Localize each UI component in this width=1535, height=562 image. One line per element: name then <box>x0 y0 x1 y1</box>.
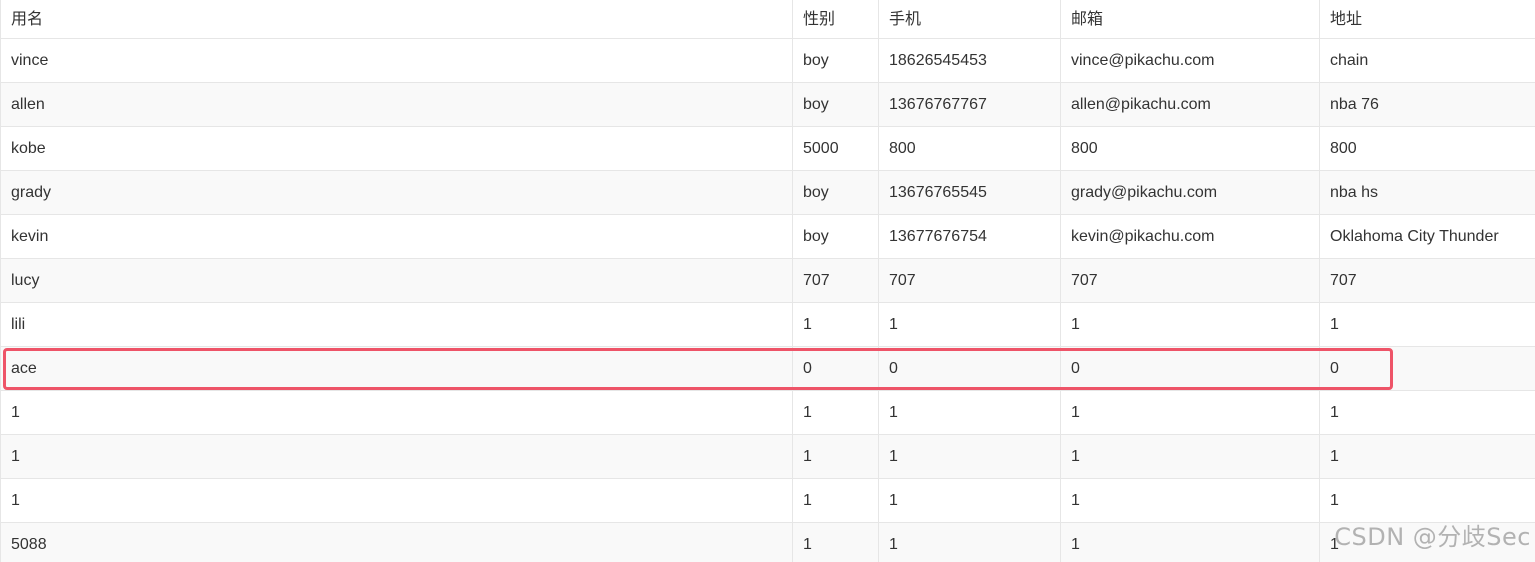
cell-sex: 1 <box>792 478 879 523</box>
cell-email: 0 <box>1060 346 1320 391</box>
cell-address: nba 76 <box>1319 82 1535 127</box>
table-row: kobe 5000 800 800 800 <box>0 126 1535 171</box>
table-row: 1 1 1 1 1 <box>0 434 1535 479</box>
cell-address: chain <box>1319 38 1535 83</box>
header-email: 邮箱 <box>1060 0 1320 39</box>
users-table: 用名 性别 手机 邮箱 地址 vince boy 18626545453 vin… <box>0 0 1535 562</box>
page: 用名 性别 手机 邮箱 地址 vince boy 18626545453 vin… <box>0 0 1535 562</box>
cell-username: 5088 <box>0 522 793 562</box>
cell-username: kevin <box>0 214 793 259</box>
cell-phone: 13677676754 <box>878 214 1061 259</box>
cell-sex: 0 <box>792 346 879 391</box>
cell-sex: boy <box>792 38 879 83</box>
cell-email: 1 <box>1060 302 1320 347</box>
cell-address: 0 <box>1319 346 1535 391</box>
cell-phone: 18626545453 <box>878 38 1061 83</box>
cell-phone: 1 <box>878 434 1061 479</box>
header-address: 地址 <box>1319 0 1535 39</box>
cell-username: kobe <box>0 126 793 171</box>
cell-phone: 800 <box>878 126 1061 171</box>
table-row-highlighted: ace 0 0 0 0 <box>0 346 1535 391</box>
cell-sex: 1 <box>792 302 879 347</box>
table-row: lucy 707 707 707 707 <box>0 258 1535 303</box>
cell-address: nba hs <box>1319 170 1535 215</box>
table-row: grady boy 13676765545 grady@pikachu.com … <box>0 170 1535 215</box>
cell-sex: 1 <box>792 390 879 435</box>
cell-email: 1 <box>1060 478 1320 523</box>
cell-sex: boy <box>792 82 879 127</box>
cell-email: grady@pikachu.com <box>1060 170 1320 215</box>
header-phone: 手机 <box>878 0 1061 39</box>
cell-address: 1 <box>1319 302 1535 347</box>
cell-address: 1 <box>1319 434 1535 479</box>
cell-address: 1 <box>1319 478 1535 523</box>
cell-sex: 1 <box>792 522 879 562</box>
cell-username: allen <box>0 82 793 127</box>
cell-username: ace <box>0 346 793 391</box>
cell-address: 707 <box>1319 258 1535 303</box>
cell-phone: 0 <box>878 346 1061 391</box>
table-row: lili 1 1 1 1 <box>0 302 1535 347</box>
header-sex: 性别 <box>792 0 879 39</box>
cell-email: 1 <box>1060 434 1320 479</box>
cell-phone: 13676767767 <box>878 82 1061 127</box>
cell-sex: 1 <box>792 434 879 479</box>
cell-email: vince@pikachu.com <box>1060 38 1320 83</box>
cell-username: 1 <box>0 390 793 435</box>
cell-address: Oklahoma City Thunder <box>1319 214 1535 259</box>
table-row: allen boy 13676767767 allen@pikachu.com … <box>0 82 1535 127</box>
cell-email: 707 <box>1060 258 1320 303</box>
cell-phone: 13676765545 <box>878 170 1061 215</box>
cell-sex: boy <box>792 170 879 215</box>
cell-phone: 707 <box>878 258 1061 303</box>
cell-sex: boy <box>792 214 879 259</box>
cell-username: lili <box>0 302 793 347</box>
cell-email: allen@pikachu.com <box>1060 82 1320 127</box>
cell-username: grady <box>0 170 793 215</box>
cell-email: 1 <box>1060 390 1320 435</box>
watermark: CSDN @分歧Sec <box>1334 523 1531 551</box>
cell-phone: 1 <box>878 478 1061 523</box>
cell-email: 800 <box>1060 126 1320 171</box>
cell-email: kevin@pikachu.com <box>1060 214 1320 259</box>
cell-sex: 5000 <box>792 126 879 171</box>
cell-address: 1 <box>1319 390 1535 435</box>
cell-username: 1 <box>0 478 793 523</box>
table-row: kevin boy 13677676754 kevin@pikachu.com … <box>0 214 1535 259</box>
header-username: 用名 <box>0 0 793 39</box>
cell-username: lucy <box>0 258 793 303</box>
cell-email: 1 <box>1060 522 1320 562</box>
table-row: 5088 1 1 1 1 <box>0 522 1535 562</box>
cell-sex: 707 <box>792 258 879 303</box>
cell-phone: 1 <box>878 522 1061 562</box>
table-row: 1 1 1 1 1 <box>0 390 1535 435</box>
table-row: vince boy 18626545453 vince@pikachu.com … <box>0 38 1535 83</box>
cell-address: 800 <box>1319 126 1535 171</box>
table-header-row: 用名 性别 手机 邮箱 地址 <box>0 0 1535 39</box>
cell-username: 1 <box>0 434 793 479</box>
table-row: 1 1 1 1 1 <box>0 478 1535 523</box>
cell-phone: 1 <box>878 302 1061 347</box>
cell-phone: 1 <box>878 390 1061 435</box>
cell-username: vince <box>0 38 793 83</box>
